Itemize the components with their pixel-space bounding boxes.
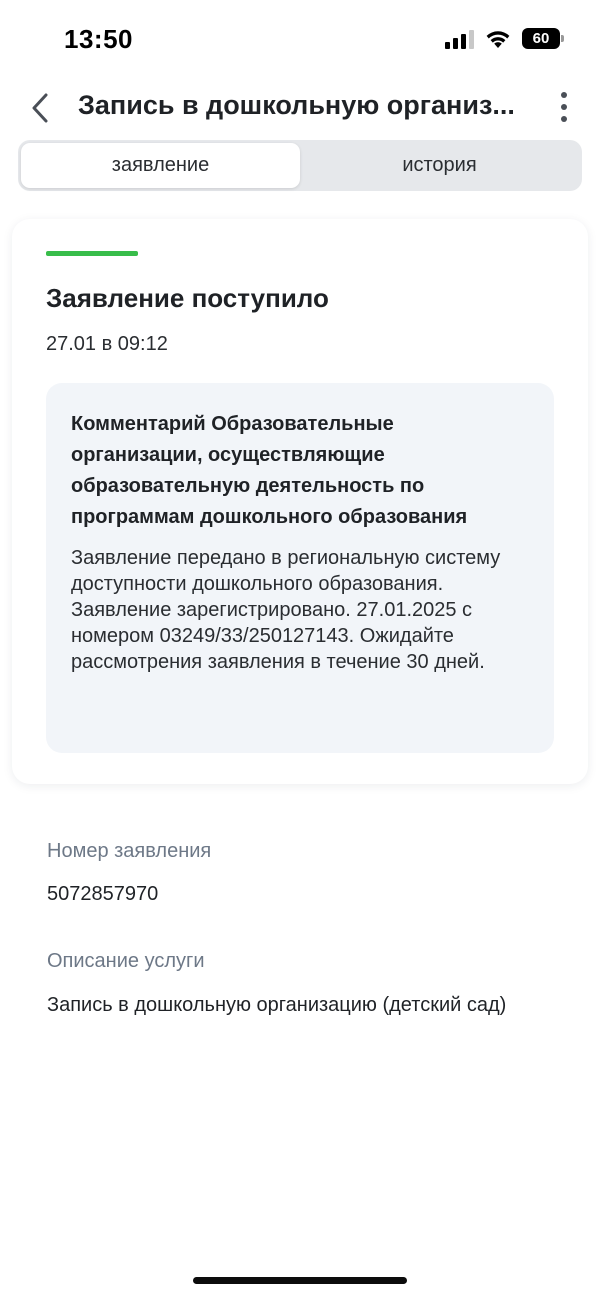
status-card: Заявление поступило 27.01 в 09:12 Коммен… (12, 219, 588, 784)
status-date: 27.01 в 09:12 (46, 333, 168, 355)
comment-title: Комментарий Образовательные организации,… (71, 413, 468, 528)
nav-header: Запись в дошкольную организ... (0, 80, 600, 134)
page-title: Запись в дошкольную организ... (78, 90, 515, 120)
back-button[interactable] (22, 88, 62, 128)
status-icons: 60 (445, 28, 564, 49)
tab-application[interactable]: заявление (21, 143, 300, 188)
battery-level: 60 (532, 30, 550, 47)
comment-box: Комментарий Образовательные организации,… (46, 383, 554, 753)
application-number-value: 5072857970 (47, 883, 159, 905)
status-indicator-bar (46, 251, 138, 256)
battery-icon: 60 (522, 28, 564, 49)
status-bar: 13:50 60 (0, 0, 600, 80)
application-number-label: Номер заявления (47, 840, 212, 862)
chevron-left-icon (32, 93, 48, 123)
service-description-label: Описание услуги (47, 950, 205, 972)
status-title: Заявление поступило (46, 283, 329, 313)
cellular-signal-icon (445, 29, 474, 49)
home-indicator[interactable] (193, 1277, 407, 1284)
wifi-icon (486, 31, 510, 48)
service-description-value: Запись в дошкольную организацию (детский… (47, 994, 507, 1016)
more-vertical-icon (561, 92, 567, 122)
more-options-button[interactable] (552, 88, 576, 128)
screen: 13:50 60 Запись в дошкольную организ... (0, 0, 600, 1297)
tab-switcher: заявление история (18, 140, 582, 191)
tab-history[interactable]: история (300, 143, 579, 188)
comment-text: Заявление передано в региональную систем… (71, 547, 501, 673)
status-time: 13:50 (64, 24, 133, 54)
